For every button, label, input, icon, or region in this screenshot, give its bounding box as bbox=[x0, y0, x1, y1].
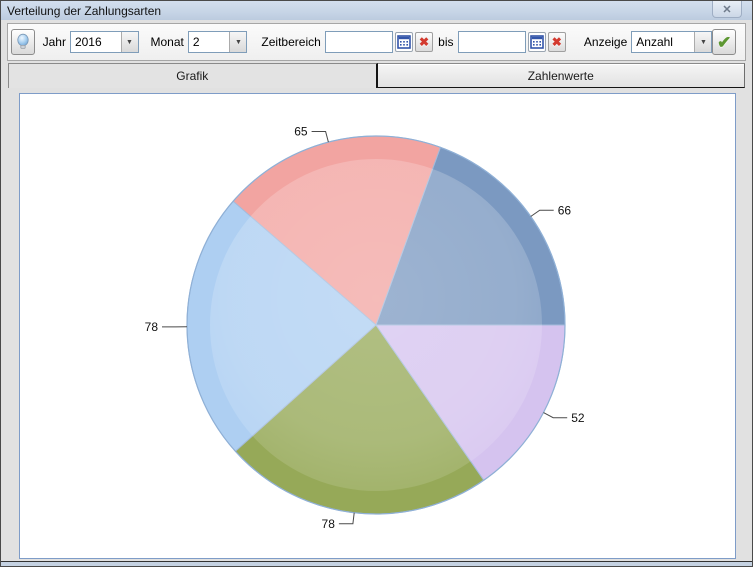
tab-label: Zahlenwerte bbox=[527, 68, 594, 83]
anzeige-value: Anzahl bbox=[636, 35, 673, 49]
pie-label-connector bbox=[530, 209, 554, 217]
toolbar: Jahr 2016 ▼ Monat 2 ▼ Zeitbereich ✖ bis … bbox=[7, 23, 746, 61]
pie-slice-value-label: 78 bbox=[322, 517, 336, 531]
chevron-down-icon[interactable]: ▼ bbox=[229, 32, 247, 52]
jahr-value: 2016 bbox=[74, 35, 102, 49]
pie-chart-panel: 66 65 78 78 52 bbox=[19, 93, 736, 559]
tab-zahlenwerte[interactable]: Zahlenwerte bbox=[377, 63, 745, 88]
jahr-combobox[interactable]: 2016 ▼ bbox=[69, 31, 139, 53]
clear-x-icon: ✖ bbox=[419, 35, 430, 49]
tabstrip: Grafik Zahlenwerte bbox=[8, 63, 745, 88]
monat-combobox[interactable]: 2 ▼ bbox=[187, 31, 248, 53]
tab-grafik[interactable]: Grafik bbox=[8, 63, 378, 88]
zeitbereich-bis-input[interactable] bbox=[457, 31, 526, 53]
chevron-down-icon[interactable]: ▼ bbox=[120, 32, 138, 52]
close-icon: ✕ bbox=[722, 3, 732, 16]
dialog-bottom-edge[interactable] bbox=[1, 561, 752, 566]
zeitbereich-von-input[interactable] bbox=[324, 31, 393, 53]
titlebar[interactable]: Verteilung der Zahlungsarten bbox=[1, 1, 752, 20]
pie-label-connector bbox=[311, 131, 329, 143]
clear-von-button[interactable]: ✖ bbox=[414, 32, 434, 52]
dialog-window: Verteilung der Zahlungsarten ✕ Jahr 2016 bbox=[0, 0, 753, 567]
tab-label: Grafik bbox=[176, 69, 209, 83]
pie-slice-value-label: 78 bbox=[145, 320, 159, 334]
jahr-label: Jahr bbox=[42, 35, 66, 49]
clear-x-icon: ✖ bbox=[551, 35, 562, 49]
calendar-von-button[interactable] bbox=[394, 32, 413, 52]
monat-label: Monat bbox=[150, 35, 184, 49]
hint-button[interactable] bbox=[11, 29, 35, 55]
pie-label-connector bbox=[543, 412, 568, 419]
close-button[interactable]: ✕ bbox=[712, 1, 742, 18]
calendar-icon bbox=[397, 35, 411, 49]
window-title: Verteilung der Zahlungsarten bbox=[7, 3, 162, 18]
bis-label: bis bbox=[438, 35, 454, 49]
apply-button[interactable]: ✔ bbox=[712, 29, 737, 55]
anzeige-combobox[interactable]: Anzahl ▼ bbox=[631, 31, 713, 53]
anzeige-label: Anzeige bbox=[583, 35, 628, 49]
calendar-icon bbox=[529, 35, 544, 49]
pie-slice-value-label: 66 bbox=[558, 203, 572, 217]
checkmark-icon: ✔ bbox=[717, 32, 732, 52]
chevron-down-icon[interactable]: ▼ bbox=[694, 32, 712, 52]
zeitbereich-label: Zeitbereich bbox=[261, 35, 321, 49]
pie-label-connector bbox=[338, 512, 355, 525]
pie-chart: 66 65 78 78 52 bbox=[145, 125, 585, 531]
clear-bis-button[interactable]: ✖ bbox=[547, 32, 566, 52]
calendar-bis-button[interactable] bbox=[527, 32, 546, 52]
pie-slice-value-label: 52 bbox=[571, 411, 585, 425]
monat-value: 2 bbox=[192, 35, 200, 49]
lightbulb-icon bbox=[17, 33, 29, 49]
pie-slice-value-label: 65 bbox=[294, 125, 308, 139]
